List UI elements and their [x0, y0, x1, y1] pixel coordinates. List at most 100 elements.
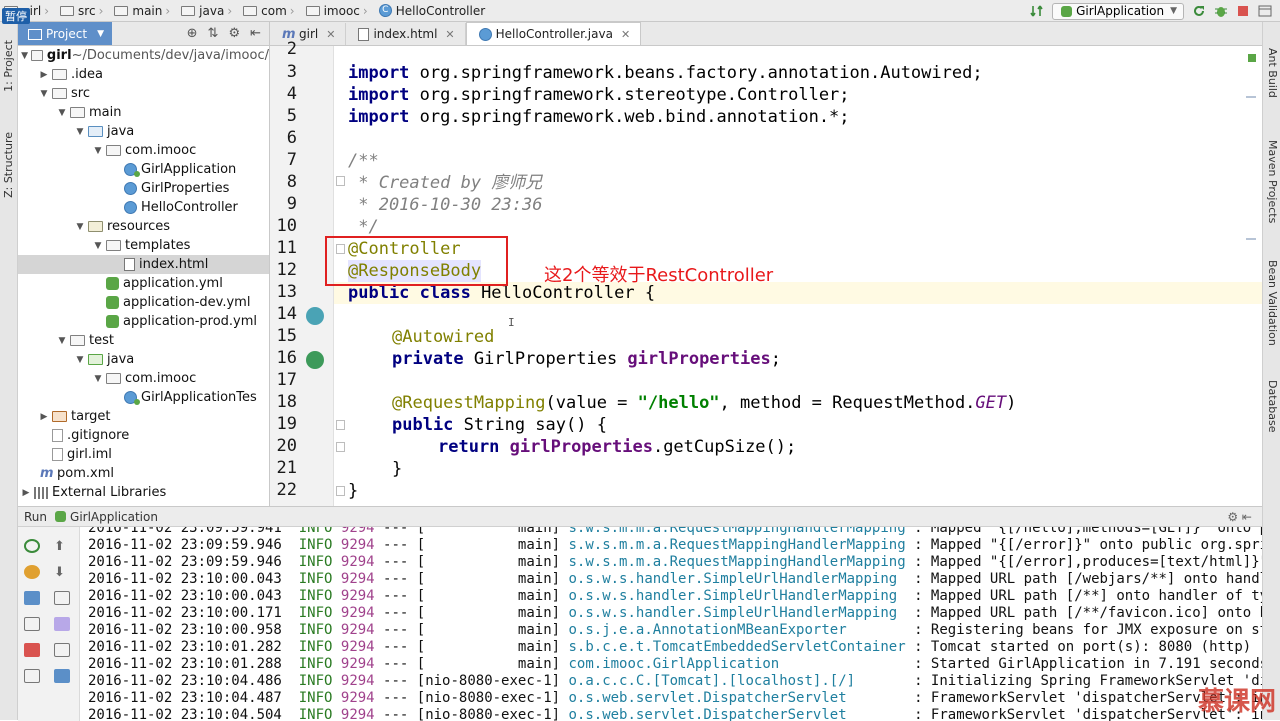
camera-icon[interactable] — [24, 617, 40, 631]
code-line-22: } — [348, 481, 359, 501]
breadcrumb-imooc[interactable]: imooc › — [302, 4, 375, 18]
rerun-icon[interactable] — [24, 539, 40, 553]
layout-icon[interactable] — [24, 669, 40, 683]
fold-marker[interactable] — [336, 176, 345, 186]
folder-icon — [106, 240, 121, 251]
exit-icon[interactable] — [24, 643, 40, 657]
breadcrumb-main[interactable]: main › — [110, 4, 177, 18]
breadcrumb-src[interactable]: src › — [56, 4, 110, 18]
close-icon[interactable]: ✕ — [326, 28, 335, 41]
structure-toolwindow-button[interactable]: Z: Structure — [2, 132, 15, 198]
folder-icon — [52, 69, 67, 80]
tree-item-girlapplication[interactable]: GirlApplication — [18, 160, 269, 179]
gear-icon[interactable]: ⚙ — [228, 26, 240, 41]
test-folder-icon — [88, 354, 103, 365]
folder-icon — [305, 5, 320, 16]
line-number: 16 — [276, 348, 297, 368]
tree-item-src[interactable]: ▼ src — [18, 84, 269, 103]
tree-item-main[interactable]: ▼ main — [18, 103, 269, 122]
tree-item-girlapplicationtests[interactable]: GirlApplicationTes — [18, 388, 269, 407]
stop-icon[interactable] — [1236, 4, 1250, 18]
code-line-18: @RequestMapping(value = "/hello", method… — [392, 393, 1017, 413]
tree-item-application-yml[interactable]: application.yml — [18, 274, 269, 293]
tab-hellocontroller-java[interactable]: HelloController.java ✕ — [465, 22, 642, 45]
run-gutter-icon[interactable] — [306, 307, 324, 325]
database-button[interactable]: Database — [1266, 380, 1279, 433]
sync-icon[interactable]: ⊕ — [187, 26, 198, 41]
debug-icon[interactable] — [24, 565, 40, 579]
breadcrumb-hellocontroller[interactable]: C HelloController — [375, 4, 489, 18]
soft-wrap-icon[interactable] — [54, 591, 70, 605]
run-configuration-select[interactable]: GirlApplication ▼ — [1052, 2, 1184, 20]
console-line: 2016-11-02 23:10:04.486 INFO 9294 --- [n… — [88, 673, 1262, 689]
tree-item-girl[interactable]: ▼ girl ~/Documents/dev/java/imooc/ — [18, 46, 269, 65]
scrollbar-marker — [1246, 96, 1256, 98]
fold-marker[interactable] — [336, 420, 345, 430]
tree-item-gitignore[interactable]: .gitignore — [18, 426, 269, 445]
tree-item-external-libraries[interactable]: ▶ External Libraries — [18, 483, 269, 502]
maven-projects-button[interactable]: Maven Projects — [1266, 140, 1279, 223]
scroll-to-end-icon[interactable] — [54, 617, 70, 631]
arrow-down-icon[interactable]: ⬇ — [54, 565, 70, 580]
maven-icon: m — [40, 466, 54, 481]
hide-icon[interactable]: ⇤ — [250, 26, 261, 41]
debug-icon[interactable] — [1214, 4, 1228, 18]
right-toolwindow-bar: Ant Build Maven Projects Bean Validation… — [1262, 22, 1280, 720]
tree-item-test[interactable]: ▼ test — [18, 331, 269, 350]
tree-item-index-html[interactable]: index.html — [18, 255, 269, 274]
tab-index-html[interactable]: index.html ✕ — [346, 23, 466, 45]
tree-item-java[interactable]: ▼ java — [18, 122, 269, 141]
tree-item-girl-iml[interactable]: girl.iml — [18, 445, 269, 464]
fold-marker[interactable] — [336, 486, 345, 496]
bean-validation-button[interactable]: Bean Validation — [1266, 260, 1279, 346]
folder-icon — [181, 5, 196, 16]
pause-overlay-tag: 暂停 — [2, 8, 30, 24]
tree-item-girlproperties[interactable]: GirlProperties — [18, 179, 269, 198]
close-icon[interactable]: ✕ — [445, 28, 454, 41]
breadcrumb-com[interactable]: com › — [239, 4, 301, 18]
folder-icon — [70, 107, 85, 118]
breadcrumb-java[interactable]: java › — [177, 4, 239, 18]
build-icon[interactable] — [1030, 4, 1044, 18]
rerun-icon[interactable] — [1192, 4, 1206, 18]
fold-marker[interactable] — [336, 442, 345, 452]
line-number: 21 — [276, 458, 297, 478]
tree-item-test-java[interactable]: ▼ java — [18, 350, 269, 369]
tree-item-package[interactable]: ▼ com.imooc — [18, 141, 269, 160]
tree-item-pom-xml[interactable]: m pom.xml — [18, 464, 269, 483]
arrow-up-icon[interactable]: ⬆ — [54, 539, 70, 554]
run-tab-girlapplication[interactable]: GirlApplication — [70, 510, 158, 524]
annotation-red-box — [325, 236, 508, 286]
tree-item-templates[interactable]: ▼ templates — [18, 236, 269, 255]
bean-gutter-icon[interactable] — [306, 351, 324, 369]
tree-item-hellocontroller[interactable]: HelloController — [18, 198, 269, 217]
tree-item-test-package[interactable]: ▼ com.imooc — [18, 369, 269, 388]
tree-item-resources[interactable]: ▼ resources — [18, 217, 269, 236]
line-number: 8 — [286, 172, 297, 192]
print-icon[interactable] — [54, 643, 70, 657]
source-folder-icon — [88, 126, 103, 137]
line-number: 20 — [276, 436, 297, 456]
structure-icon[interactable] — [1258, 4, 1272, 18]
ant-build-button[interactable]: Ant Build — [1266, 48, 1279, 98]
close-icon[interactable]: ✕ — [621, 28, 630, 41]
console-line: 2016-11-02 23:10:00.043 INFO 9294 --- [ … — [88, 588, 1262, 604]
tree-item-application-prod-yml[interactable]: application-prod.yml — [18, 312, 269, 331]
tree-item-application-dev-yml[interactable]: application-dev.yml — [18, 293, 269, 312]
collapse-icon[interactable]: ⇅ — [208, 26, 219, 41]
tree-item-idea[interactable]: ▶ .idea — [18, 65, 269, 84]
tree-item-target[interactable]: ▶ target — [18, 407, 269, 426]
trash-icon[interactable] — [54, 669, 70, 683]
line-number: 5 — [286, 106, 297, 126]
gear-icon[interactable]: ⚙ ⇤ — [1227, 510, 1262, 524]
line-number: 15 — [276, 326, 297, 346]
html-file-icon — [358, 27, 370, 41]
code-line-20: return girlProperties.getCupSize(); — [438, 437, 797, 457]
console-line: 2016-11-02 23:10:01.282 INFO 9294 --- [ … — [88, 639, 1252, 655]
line-number: 17 — [276, 370, 297, 390]
project-view-selector[interactable]: Project ▼ — [18, 22, 112, 45]
class-icon — [478, 27, 492, 41]
pause-icon[interactable] — [24, 591, 40, 605]
project-toolwindow-button[interactable]: 1: Project — [2, 40, 15, 92]
chevron-down-icon: ▼ — [97, 28, 104, 39]
